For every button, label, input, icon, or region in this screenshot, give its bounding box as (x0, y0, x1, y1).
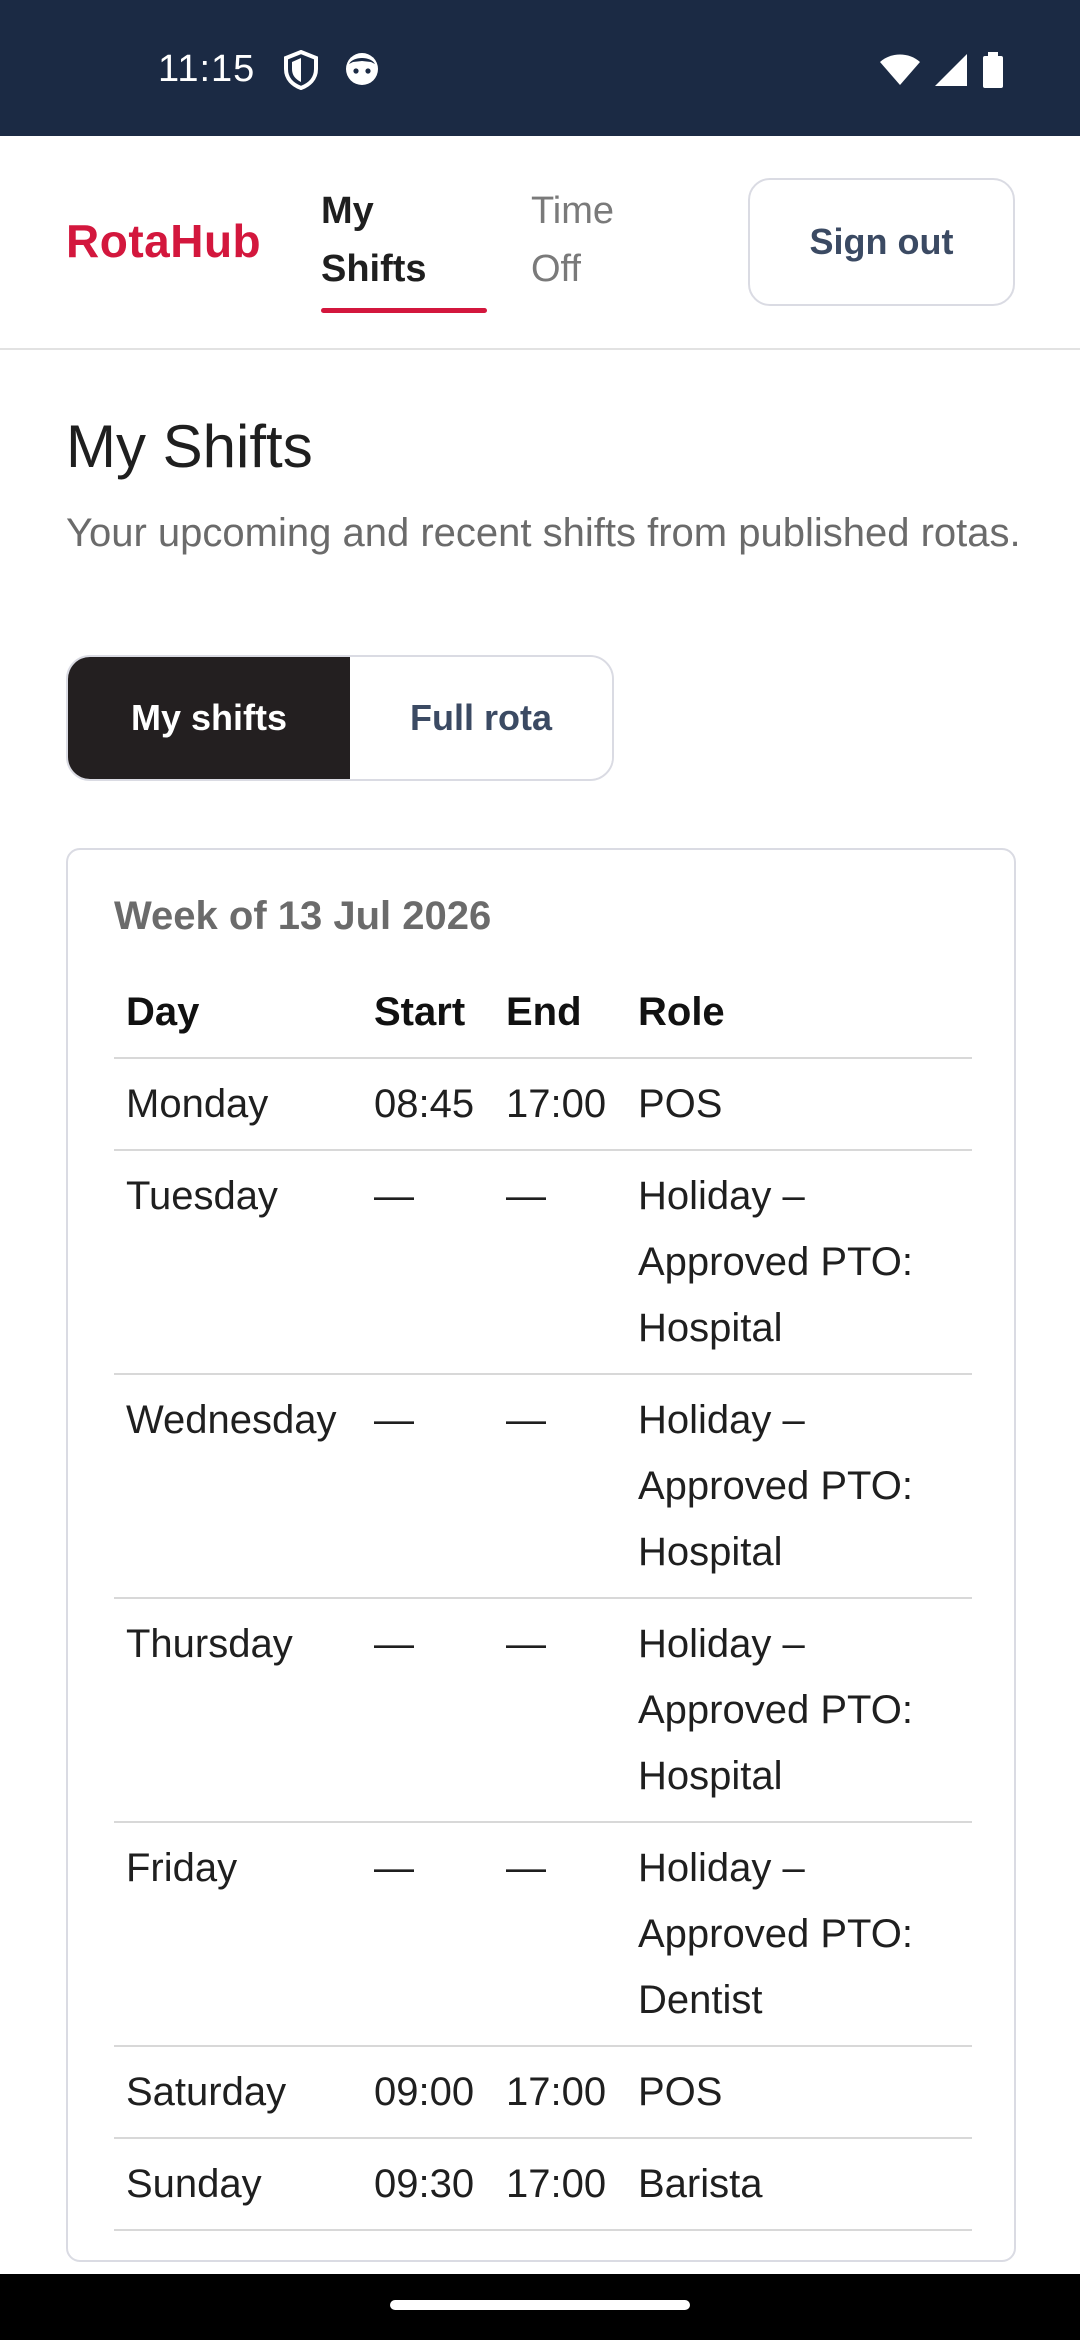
tab-my-shifts[interactable]: My Shifts (321, 182, 491, 298)
cell-start: — (362, 1598, 494, 1823)
column-header-end: End (494, 968, 626, 1059)
week-heading: Week of 13 Jul 2026 (114, 894, 492, 938)
cell-role: Holiday – Approved PTO: Hospital (626, 1598, 972, 1823)
cell-role: Holiday – Approved PTO: Dentist (626, 1822, 972, 2047)
table-header-row: Day Start End Role (114, 968, 972, 1059)
cell-end: 17:00 (494, 1058, 626, 1151)
cell-day: Tuesday (114, 1150, 362, 1375)
cell-role: Holiday – Approved PTO: Hospital (626, 1374, 972, 1599)
shifts-table: Day Start End Role Monday 08:45 17:00 PO… (114, 968, 972, 2231)
cell-day: Wednesday (114, 1374, 362, 1599)
table-row: Saturday 09:00 17:00 POS (114, 2046, 972, 2139)
tab-time-off[interactable]: Time Off (531, 182, 701, 298)
table-row: Sunday 09:30 17:00 Barista (114, 2138, 972, 2231)
tab-time-off-line2: Off (531, 248, 581, 290)
battery-icon (982, 52, 1004, 88)
cell-start: 09:30 (362, 2138, 494, 2231)
cell-end: — (494, 1822, 626, 2047)
cell-day: Monday (114, 1058, 362, 1151)
cell-end: — (494, 1374, 626, 1599)
cell-role: POS (626, 1058, 972, 1151)
column-header-start: Start (362, 968, 494, 1059)
page-subtitle: Your upcoming and recent shifts from pub… (66, 511, 1021, 555)
face-icon (343, 50, 381, 90)
page-title: My Shifts (66, 413, 313, 480)
cell-end: — (494, 1150, 626, 1375)
cell-end: 17:00 (494, 2138, 626, 2231)
week-card: Week of 13 Jul 2026 Day Start End Role M… (66, 848, 1016, 2262)
tab-time-off-line1: Time (531, 190, 615, 232)
cell-day: Sunday (114, 2138, 362, 2231)
column-header-role: Role (626, 968, 972, 1059)
table-row: Thursday — — Holiday – Approved PTO: Hos… (114, 1598, 972, 1823)
cell-end: — (494, 1598, 626, 1823)
cell-role: POS (626, 2046, 972, 2139)
full-rota-toggle-button[interactable]: Full rota (350, 657, 612, 779)
cell-day: Saturday (114, 2046, 362, 2139)
cell-start: — (362, 1374, 494, 1599)
table-row: Tuesday — — Holiday – Approved PTO: Hosp… (114, 1150, 972, 1375)
table-row: Wednesday — — Holiday – Approved PTO: Ho… (114, 1374, 972, 1599)
active-tab-indicator (321, 308, 487, 313)
cell-day: Friday (114, 1822, 362, 2047)
cell-day: Thursday (114, 1598, 362, 1823)
shield-icon (283, 50, 319, 90)
cell-start: — (362, 1150, 494, 1375)
system-navigation-bar (0, 2274, 1080, 2340)
status-time: 11:15 (158, 48, 256, 90)
status-bar: 11:15 (0, 0, 1080, 136)
status-left-icons (283, 50, 381, 90)
cell-start: — (362, 1822, 494, 2047)
status-right-icons (880, 52, 1004, 88)
cell-end: 17:00 (494, 2046, 626, 2139)
tab-my-shifts-line2: Shifts (321, 248, 427, 290)
tab-my-shifts-line1: My (321, 190, 374, 232)
column-header-day: Day (114, 968, 362, 1059)
cell-role: Holiday – Approved PTO: Hospital (626, 1150, 972, 1375)
home-gesture-handle[interactable] (390, 2300, 690, 2310)
my-shifts-toggle-button[interactable]: My shifts (68, 657, 350, 779)
sign-out-button[interactable]: Sign out (748, 178, 1015, 306)
cell-start: 08:45 (362, 1058, 494, 1151)
wifi-icon (880, 54, 920, 86)
view-toggle: My shifts Full rota (66, 655, 614, 781)
signal-icon (934, 53, 968, 87)
cell-start: 09:00 (362, 2046, 494, 2139)
table-row: Friday — — Holiday – Approved PTO: Denti… (114, 1822, 972, 2047)
table-row: Monday 08:45 17:00 POS (114, 1058, 972, 1151)
cell-role: Barista (626, 2138, 972, 2231)
app-logo[interactable]: RotaHub (66, 214, 261, 268)
app-header: RotaHub My Shifts Time Off Sign out (0, 136, 1080, 350)
